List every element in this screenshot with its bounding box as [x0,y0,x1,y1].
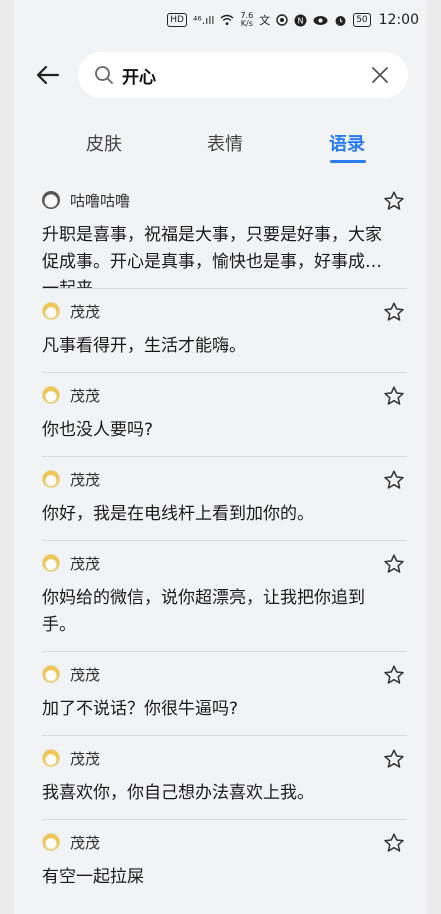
tab-skins[interactable]: 皮肤 [86,130,122,156]
quote-author: 茂茂 [42,736,397,780]
star-icon[interactable] [383,832,405,854]
alarm-icon [335,15,346,26]
tab-quotes[interactable]: 语录 [329,130,365,156]
quote-text: 你也没人要吗? [42,420,154,440]
list-item[interactable]: 茂茂凡事看得开，生活才能嗨。 [14,289,427,372]
username: 咕噜咕噜 [70,191,131,210]
quote-author: 茂茂 [42,541,397,585]
quote-list: 咕噜咕噜升职是喜事，祝福是大事，只要是好事，大家促成事。开心是真事，愉快也是事，… [14,178,427,903]
star-icon[interactable] [383,385,405,407]
avatar [42,386,60,404]
quote-author: 茂茂 [42,652,397,696]
translate-icon: 文 [259,13,271,27]
quote-author: 茂茂 [42,289,397,333]
avatar [42,554,60,572]
hd-icon: HD [167,13,187,27]
username: 茂茂 [70,554,101,573]
quote-author: 咕噜咕噜 [42,178,397,222]
quote-author: 茂茂 [42,820,397,864]
clock: 12:00 [378,12,419,28]
svg-text:N: N [298,16,304,25]
quote-text: 我喜欢你，你自己想办法喜欢上我。 [42,783,314,803]
quote-text: 你好，我是在电线杆上看到加你的。 [42,504,314,524]
network-speed: 7.6 K/s [240,11,254,28]
battery-icon: 50 [353,13,371,27]
list-item[interactable]: 咕噜咕噜升职是喜事，祝福是大事，只要是好事，大家促成事。开心是真事，愉快也是事，… [14,178,427,288]
back-button[interactable] [24,52,72,98]
username: 茂茂 [70,386,101,405]
list-item[interactable]: 茂茂你好，我是在电线杆上看到加你的。 [14,457,427,540]
search-header: 开心 [14,52,427,98]
tab-bar: 皮肤 表情 语录 [14,120,427,164]
list-item[interactable]: 茂茂我喜欢你，你自己想办法喜欢上我。 [14,736,427,819]
list-item[interactable]: 茂茂有空一起拉屎 [14,820,427,903]
avatar [42,749,60,767]
star-icon[interactable] [383,664,405,686]
app-screen: HD ⁴⁶.ıll 7.6 K/s 文 N 50 12:00 开心 皮肤 表情 … [14,0,427,914]
wifi-icon [221,14,234,25]
star-icon[interactable] [383,190,405,212]
username: 茂茂 [70,470,101,489]
star-icon[interactable] [383,469,405,491]
star-icon[interactable] [383,553,405,575]
avatar [42,470,60,488]
shield-icon [276,14,288,26]
username: 茂茂 [70,665,101,684]
list-item[interactable]: 茂茂你妈给的微信，说你超漂亮，让我把你追到手。 [14,541,427,651]
quote-text: 有空一起拉屎 [42,867,144,887]
search-input[interactable]: 开心 [122,63,368,88]
list-item[interactable]: 茂茂加了不说话？你很牛逼吗? [14,652,427,735]
search-icon [95,66,113,84]
quote-text: 你妈给的微信，说你超漂亮，让我把你追到手。 [42,588,365,635]
quote-author: 茂茂 [42,457,397,501]
quote-author: 茂茂 [42,373,397,417]
quote-text: 加了不说话？你很牛逼吗? [42,699,239,719]
avatar [42,833,60,851]
signal-icon: ⁴⁶.ıll [192,13,215,27]
active-tab-indicator [330,160,366,163]
username: 茂茂 [70,749,101,768]
eye-icon [313,15,328,25]
search-field[interactable]: 开心 [78,52,408,98]
clear-button[interactable] [368,63,392,87]
status-bar: HD ⁴⁶.ıll 7.6 K/s 文 N 50 12:00 [14,0,427,40]
tab-stickers[interactable]: 表情 [207,130,243,156]
avatar [42,191,60,209]
username: 茂茂 [70,302,101,321]
quote-text: 凡事看得开，生活才能嗨。 [42,336,246,356]
list-item[interactable]: 茂茂你也没人要吗? [14,373,427,456]
star-icon[interactable] [383,748,405,770]
avatar [42,302,60,320]
close-icon [372,67,388,83]
nfc-icon: N [294,14,307,26]
quote-text: 升职是喜事，祝福是大事，只要是好事，大家促成事。开心是真事，愉快也是事，好事成双… [42,225,382,288]
avatar [42,665,60,683]
back-arrow-icon [36,65,60,85]
star-icon[interactable] [383,301,405,323]
username: 茂茂 [70,833,101,852]
